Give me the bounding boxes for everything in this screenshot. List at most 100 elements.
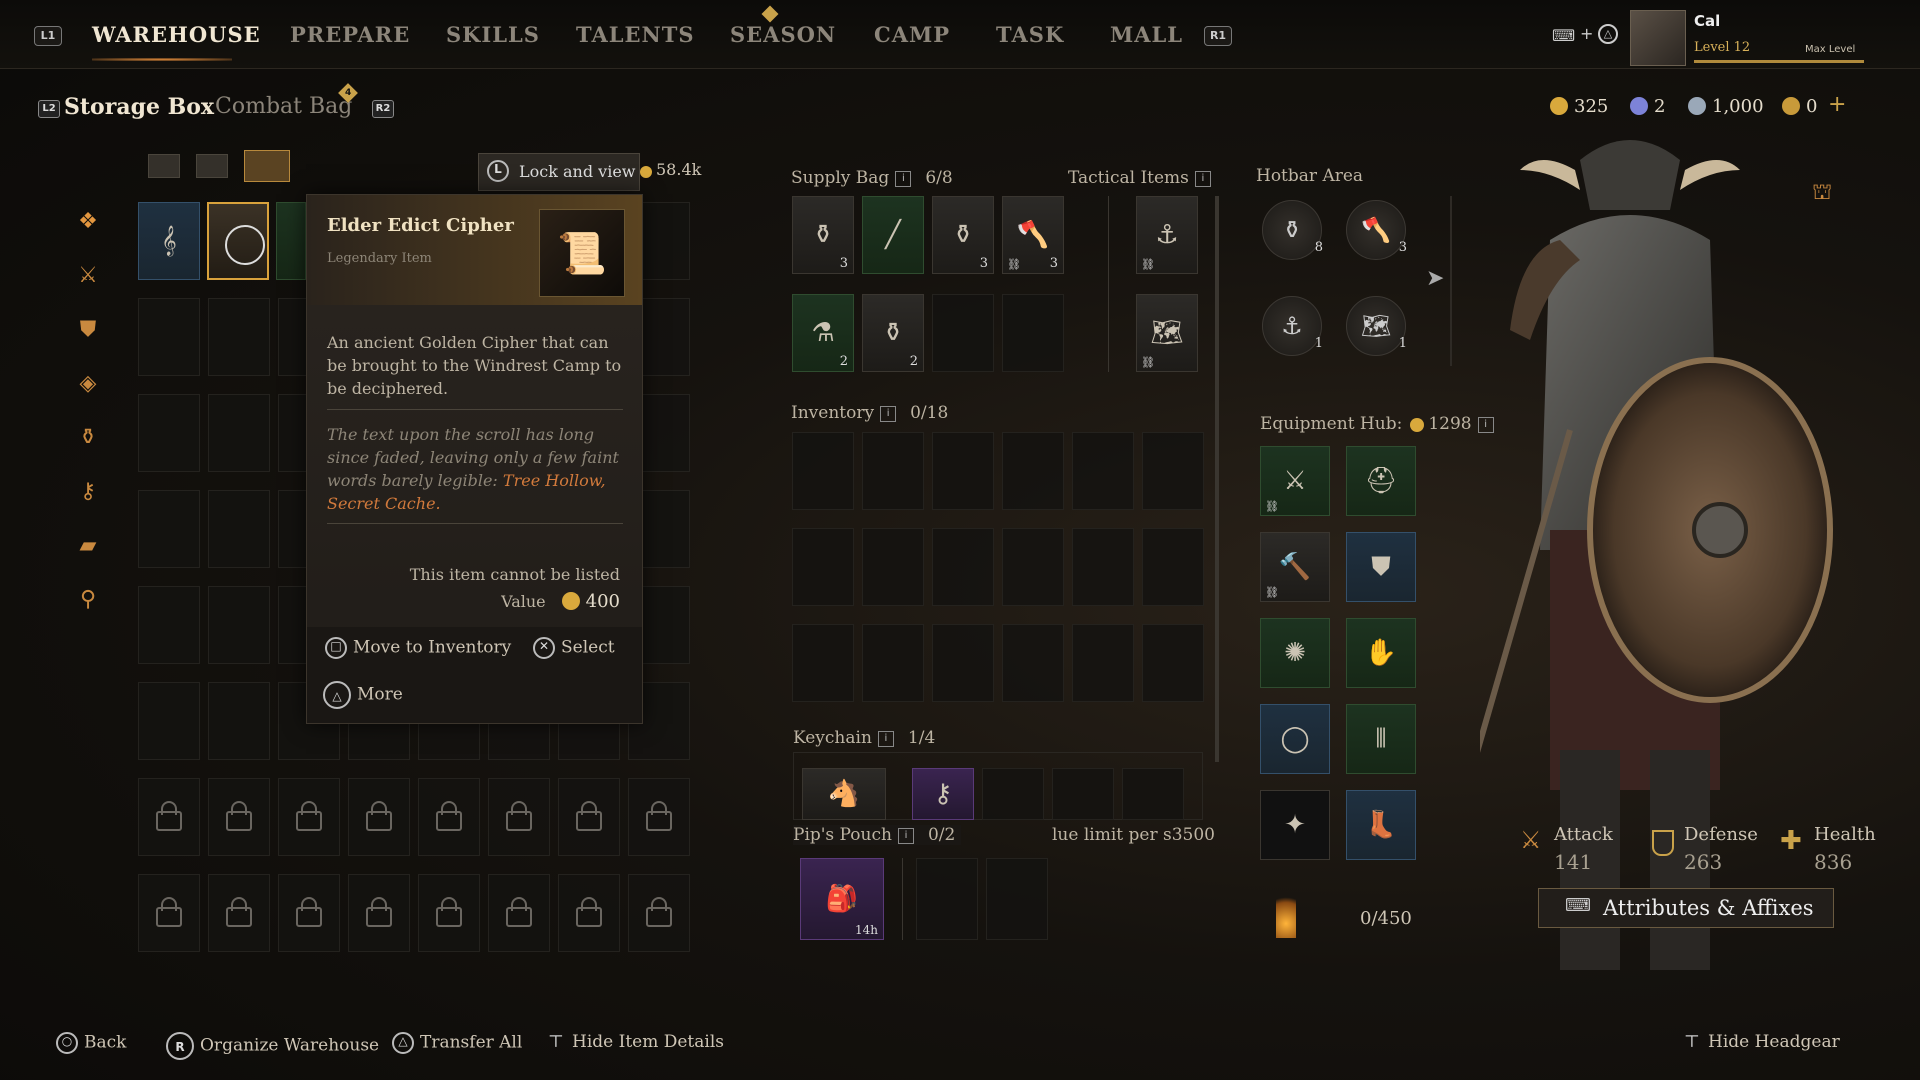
storage-page-2-icon[interactable] xyxy=(196,154,228,178)
center-scrollbar[interactable] xyxy=(1215,196,1219,762)
tab-season[interactable]: SEASON xyxy=(730,22,836,47)
tab-combat-bag[interactable]: Combat Bag xyxy=(215,94,352,119)
supply-slot[interactable] xyxy=(1002,294,1064,372)
supply-item-throwing-axe[interactable]: 🪓 3 ⛓ xyxy=(1002,196,1064,274)
inventory-slot[interactable] xyxy=(1072,624,1134,702)
category-bag-icon[interactable]: ⚲ xyxy=(74,586,102,614)
pips-pouch-slot[interactable] xyxy=(986,858,1048,940)
supply-item-oil-flask[interactable]: ⚱ 2 xyxy=(862,294,924,372)
keychain-slot[interactable] xyxy=(1052,768,1114,820)
back-button[interactable]: ○ Back xyxy=(56,1032,126,1054)
move-to-inventory-button[interactable]: □ Move to Inventory xyxy=(325,637,511,659)
equip-slot-shield-weapon[interactable]: ⚔ ⛓ xyxy=(1260,446,1330,516)
storage-slot[interactable] xyxy=(138,682,200,760)
storage-slot[interactable] xyxy=(138,298,200,376)
inventory-slot[interactable] xyxy=(1002,528,1064,606)
storage-slot-locked[interactable] xyxy=(488,874,550,952)
storage-slot[interactable] xyxy=(208,490,270,568)
keychain-item-key[interactable]: ⚷ xyxy=(912,768,974,820)
category-weapon-icon[interactable]: ⚔ xyxy=(74,262,102,290)
more-button[interactable]: △ More xyxy=(323,681,403,709)
equip-slot-helmet[interactable]: ⛑ xyxy=(1346,446,1416,516)
transfer-all-button[interactable]: △ Transfer All xyxy=(392,1032,522,1054)
tab-camp[interactable]: CAMP xyxy=(874,22,950,47)
storage-slot-locked[interactable] xyxy=(628,778,690,856)
storage-slot-locked[interactable] xyxy=(348,778,410,856)
storage-item-elder-edict-cipher[interactable] xyxy=(207,202,269,280)
tab-prepare[interactable]: PREPARE xyxy=(290,22,410,47)
info-icon[interactable]: i xyxy=(880,406,897,422)
equip-slot-chest[interactable]: ⛊ xyxy=(1346,532,1416,602)
chat-keyboard-icon[interactable]: ⌨ xyxy=(1552,26,1575,45)
tactical-item-grapple-hook[interactable]: ⚓ ⛓ xyxy=(1136,196,1198,274)
pips-pouch-slot[interactable] xyxy=(916,858,978,940)
storage-slot[interactable] xyxy=(208,586,270,664)
storage-slot-locked[interactable] xyxy=(138,874,200,952)
inventory-slot[interactable] xyxy=(1142,624,1204,702)
supply-item-red-potion[interactable]: ⚗ 2 xyxy=(792,294,854,372)
add-currency-button[interactable]: + xyxy=(1828,92,1846,117)
inventory-slot[interactable] xyxy=(1002,624,1064,702)
attributes-affixes-button[interactable]: ⌨ Attributes & Affixes xyxy=(1538,888,1834,928)
keychain-slot[interactable] xyxy=(982,768,1044,820)
character-appearance-icon[interactable]: ⛫ xyxy=(1812,180,1832,208)
equip-slot-ring[interactable]: ◯ xyxy=(1260,704,1330,774)
info-icon[interactable]: i xyxy=(1194,171,1211,187)
inventory-slot[interactable] xyxy=(1072,528,1134,606)
keychain-slot[interactable] xyxy=(1122,768,1184,820)
equip-slot-empty[interactable]: ✦ xyxy=(1260,790,1330,860)
inventory-slot[interactable] xyxy=(792,432,854,510)
tab-storage-box[interactable]: Storage Box xyxy=(64,94,214,120)
keychain-item-saddle[interactable]: 🐴 xyxy=(802,768,886,820)
inventory-slot[interactable] xyxy=(932,624,994,702)
hide-item-details-button[interactable]: ⊤ Hide Item Details xyxy=(548,1032,724,1052)
storage-slot[interactable] xyxy=(208,394,270,472)
info-icon[interactable]: i xyxy=(897,828,914,844)
inventory-slot[interactable] xyxy=(1002,432,1064,510)
category-consumable-icon[interactable]: ⚱ xyxy=(74,424,102,452)
info-icon[interactable]: i xyxy=(895,171,912,187)
inventory-slot[interactable] xyxy=(932,528,994,606)
select-button[interactable]: ✕ Select xyxy=(533,637,615,659)
tactical-item-map-scroll[interactable]: 🗺 ⛓ xyxy=(1136,294,1198,372)
storage-slot[interactable] xyxy=(208,682,270,760)
storage-slot-locked[interactable] xyxy=(558,874,620,952)
inventory-slot[interactable] xyxy=(792,528,854,606)
category-accessory-icon[interactable]: ◈ xyxy=(74,370,102,398)
storage-slot[interactable] xyxy=(138,394,200,472)
inventory-slot[interactable] xyxy=(862,624,924,702)
inventory-slot[interactable] xyxy=(1142,432,1204,510)
storage-slot-locked[interactable] xyxy=(138,778,200,856)
storage-slot-locked[interactable] xyxy=(208,778,270,856)
inventory-slot[interactable] xyxy=(1142,528,1204,606)
tab-talents[interactable]: TALENTS xyxy=(576,22,695,47)
storage-slot-locked[interactable] xyxy=(348,874,410,952)
storage-slot-locked[interactable] xyxy=(208,874,270,952)
storage-page-1-icon[interactable] xyxy=(148,154,180,178)
storage-slot[interactable] xyxy=(208,298,270,376)
hotbar-slot-axe[interactable]: 🪓 3 xyxy=(1346,200,1407,260)
inventory-slot[interactable] xyxy=(862,528,924,606)
category-material-icon[interactable]: ▰ xyxy=(74,532,102,560)
supply-slot[interactable] xyxy=(932,294,994,372)
inventory-slot[interactable] xyxy=(792,624,854,702)
storage-item-lute[interactable]: 𝄞 xyxy=(138,202,200,280)
player-card[interactable]: Cal Level 12 Max Level xyxy=(1630,6,1864,66)
category-all-icon[interactable]: ❖ xyxy=(74,208,102,236)
storage-page-3-icon[interactable] xyxy=(244,150,290,182)
pips-pouch-item[interactable]: 🎒 14h xyxy=(800,858,884,940)
storage-item-partial[interactable] xyxy=(276,202,306,280)
category-armor-icon[interactable]: ⛊ xyxy=(74,316,102,344)
storage-slot-locked[interactable] xyxy=(628,874,690,952)
supply-item-oil-flask[interactable]: ⚱ 3 xyxy=(792,196,854,274)
equip-slot-hammer[interactable]: 🔨 ⛓ xyxy=(1260,532,1330,602)
tab-mall[interactable]: MALL xyxy=(1110,22,1183,47)
storage-slot[interactable] xyxy=(138,586,200,664)
info-icon[interactable]: i xyxy=(877,731,894,747)
equip-slot-legs[interactable]: ⫴ xyxy=(1346,704,1416,774)
tab-skills[interactable]: SKILLS xyxy=(446,22,540,47)
storage-slot-locked[interactable] xyxy=(278,874,340,952)
storage-slot-locked[interactable] xyxy=(418,874,480,952)
category-key-icon[interactable]: ⚷ xyxy=(74,478,102,506)
storage-slot-locked[interactable] xyxy=(278,778,340,856)
